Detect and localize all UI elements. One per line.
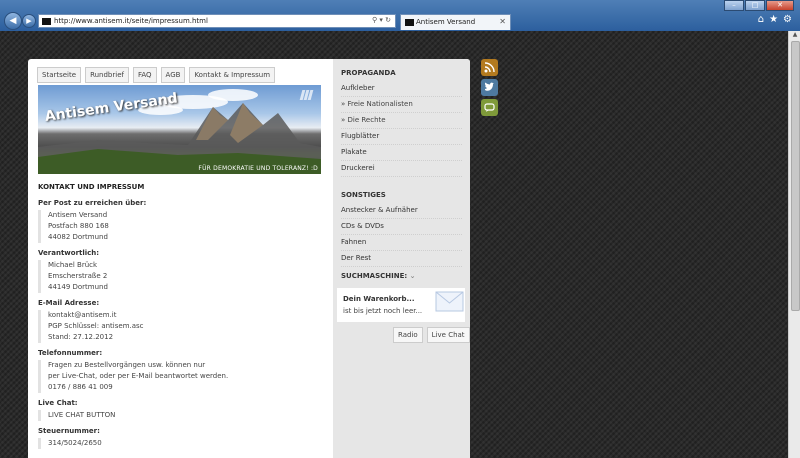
propaganda-heading: PROPAGANDA <box>341 69 396 77</box>
mountain-graphic <box>38 103 321 174</box>
envelope-icon <box>435 291 464 312</box>
tab-favicon-icon <box>405 19 414 26</box>
sonstiges-list: Anstecker & Aufnäher CDs & DVDs Fahnen D… <box>341 203 462 267</box>
nav-rundbrief[interactable]: Rundbrief <box>85 67 129 83</box>
banner-tagline: FÜR DEMOKRATIE UND TOLERANZ! :D <box>198 165 318 172</box>
propaganda-list: Aufkleber » Freie Nationalisten » Die Re… <box>341 81 462 177</box>
section-label: E-Mail Adresse: <box>38 299 100 307</box>
cart-title: Dein Warenkorb... <box>343 295 415 303</box>
section-steuernummer: Steuernummer: 314/5024/2650 <box>38 427 328 449</box>
phone-note: per Live-Chat, oder per E-Mail beantwort… <box>48 372 229 380</box>
nav-startseite[interactable]: Startseite <box>37 67 82 83</box>
tax-number: 314/5024/2650 <box>48 439 102 447</box>
tab-title: Antisem Versand <box>416 18 476 26</box>
section-livechat: Live Chat: LIVE CHAT BUTTON <box>38 399 328 421</box>
section-email: E-Mail Adresse: kontakt@antisem.it PGP S… <box>38 299 328 343</box>
nav-agb[interactable]: AGB <box>160 67 186 83</box>
scroll-up-icon[interactable]: ▲ <box>789 31 800 41</box>
chat-icon[interactable] <box>481 99 498 116</box>
cart-box[interactable]: Dein Warenkorb... ist bis jetzt noch lee… <box>337 288 465 322</box>
address-bar[interactable]: http://www.antisem.it/seite/impressum.ht… <box>38 14 396 28</box>
responsible-line: Michael Brück <box>48 261 98 269</box>
phone-number: 0176 / 886 41 009 <box>48 383 113 391</box>
address-line: 44082 Dortmund <box>48 233 108 241</box>
radio-button[interactable]: Radio <box>393 327 423 343</box>
sidebar-item-freie-nationalisten[interactable]: » Freie Nationalisten <box>341 97 462 113</box>
section-label: Live Chat: <box>38 399 78 407</box>
page-container: Startseite Rundbrief FAQ AGB Kontakt & I… <box>28 59 470 458</box>
search-heading: SUCHMASCHINE: <box>341 272 408 280</box>
sidebar-item-cds-dvds[interactable]: CDs & DVDs <box>341 219 462 235</box>
window-controls: – □ ✕ <box>723 0 794 11</box>
responsible-line: 44149 Dortmund <box>48 283 108 291</box>
pgp-key-link[interactable]: PGP Schlüssel: antisem.asc <box>48 321 328 332</box>
social-icons <box>481 59 498 119</box>
chevron-down-icon: ⌄ <box>409 272 416 280</box>
search-refresh-icon[interactable]: ⚲ ▾ ↻ <box>372 16 391 24</box>
forward-button[interactable]: ▶ <box>22 14 36 28</box>
sidebar-item-anstecker[interactable]: Anstecker & Aufnäher <box>341 203 462 219</box>
close-window-button[interactable]: ✕ <box>766 0 794 11</box>
section-label: Per Post zu erreichen über: <box>38 199 147 207</box>
media-buttons: Radio Live Chat <box>393 327 470 343</box>
section-telefon: Telefonnummer: Fragen zu Bestellvorgänge… <box>38 349 328 393</box>
browser-toolbar: ◀ ▶ http://www.antisem.it/seite/impressu… <box>0 0 800 31</box>
live-chat-sidebar-button[interactable]: Live Chat <box>426 327 470 343</box>
impressum-content: KONTAKT UND IMPRESSUM Per Post zu erreic… <box>38 183 328 455</box>
phone-note: Fragen zu Bestellvorgängen usw. können n… <box>48 361 206 369</box>
scroll-thumb[interactable] <box>791 41 800 311</box>
top-navigation: Startseite Rundbrief FAQ AGB Kontakt & I… <box>37 67 276 83</box>
live-chat-button[interactable]: LIVE CHAT BUTTON <box>48 410 328 421</box>
section-verantwortlich: Verantwortlich: Michael Brück Emscherstr… <box>38 249 328 293</box>
address-line: Antisem Versand <box>48 211 108 219</box>
sidebar-item-flugblaetter[interactable]: Flugblätter <box>341 129 462 145</box>
sidebar-item-plakate[interactable]: Plakate <box>341 145 462 161</box>
rss-icon[interactable] <box>481 59 498 76</box>
nav-kontakt[interactable]: Kontakt & Impressum <box>189 67 276 83</box>
cart-status: ist bis jetzt noch leer... <box>343 307 423 315</box>
sidebar: PROPAGANDA Aufkleber » Freie Nationalist… <box>333 59 470 458</box>
favorites-star-icon[interactable]: ★ <box>769 14 778 25</box>
section-label: Verantwortlich: <box>38 249 100 257</box>
address-line: Postfach 880 168 <box>48 222 109 230</box>
settings-gear-icon[interactable]: ⚙ <box>783 14 792 25</box>
sidebar-item-druckerei[interactable]: Druckerei <box>341 161 462 177</box>
header-banner: Antisem Versand FÜR DEMOKRATIE UND TOLER… <box>38 85 321 174</box>
minimize-button[interactable]: – <box>724 0 744 11</box>
back-button[interactable]: ◀ <box>4 12 22 30</box>
twitter-icon[interactable] <box>481 79 498 96</box>
address-url: http://www.antisem.it/seite/impressum.ht… <box>54 17 208 25</box>
section-label: Steuernummer: <box>38 427 100 435</box>
tab-active[interactable]: Antisem Versand ✕ <box>400 14 511 30</box>
site-favicon-icon <box>42 18 51 25</box>
sidebar-item-aufkleber[interactable]: Aufkleber <box>341 81 462 97</box>
page-scrollbar[interactable]: ▲ <box>788 31 800 458</box>
sidebar-item-die-rechte[interactable]: » Die Rechte <box>341 113 462 129</box>
date-line: Stand: 27.12.2012 <box>48 333 114 341</box>
section-post: Per Post zu erreichen über: Antisem Vers… <box>38 199 328 243</box>
page-title: KONTAKT UND IMPRESSUM <box>38 183 145 191</box>
banner-logo-icon <box>299 90 315 100</box>
maximize-button[interactable]: □ <box>745 0 765 11</box>
email-link[interactable]: kontakt@antisem.it <box>48 310 328 321</box>
section-label: Telefonnummer: <box>38 349 103 357</box>
search-toggle[interactable]: SUCHMASCHINE: ⌄ <box>333 267 470 280</box>
close-tab-icon[interactable]: ✕ <box>499 17 506 26</box>
nav-faq[interactable]: FAQ <box>132 67 157 83</box>
sidebar-item-fahnen[interactable]: Fahnen <box>341 235 462 251</box>
browser-tools: ⌂ ★ ⚙ <box>758 14 792 25</box>
home-icon[interactable]: ⌂ <box>758 14 764 25</box>
responsible-line: Emscherstraße 2 <box>48 272 108 280</box>
main-column: Startseite Rundbrief FAQ AGB Kontakt & I… <box>28 59 333 458</box>
sidebar-item-der-rest[interactable]: Der Rest <box>341 251 462 267</box>
sonstiges-heading: SONSTIGES <box>341 191 386 199</box>
